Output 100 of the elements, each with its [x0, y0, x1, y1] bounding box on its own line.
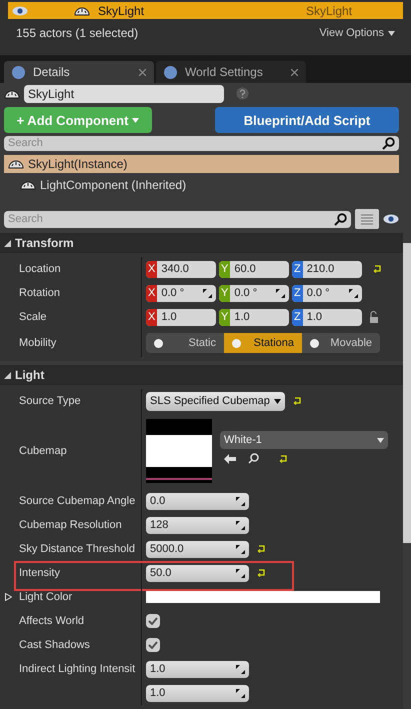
expand-triangle-icon[interactable] — [5, 593, 12, 601]
property-label: Intensity — [19, 566, 60, 581]
source-type-dropdown[interactable]: SLS Specified Cubemap — [146, 392, 285, 410]
vector-field[interactable]: Y 60.0 — [219, 260, 289, 278]
number-field[interactable]: 128 — [146, 516, 249, 534]
asset-dropdown[interactable]: White-1 — [220, 431, 388, 449]
panel-tab[interactable]: Details — [4, 61, 154, 83]
property-label: Scale — [19, 310, 47, 325]
caret-icon — [388, 30, 395, 36]
view-options-button[interactable]: View Options — [319, 24, 395, 42]
reset-arrow-icon[interactable] — [257, 568, 267, 578]
component-item[interactable]: LightComponent (Inherited) — [4, 173, 399, 197]
caret-icon — [274, 398, 281, 404]
collapse-triangle-icon[interactable] — [4, 372, 11, 378]
axis-label: Y — [219, 284, 230, 302]
vector-field[interactable]: Z 210.0 — [292, 260, 362, 278]
value-text: 60.0 — [234, 262, 257, 277]
checkbox[interactable] — [146, 614, 160, 628]
property-label: Source Cubemap Angle — [19, 494, 136, 509]
search-icon[interactable] — [382, 136, 395, 150]
spinner-icon[interactable] — [236, 568, 245, 578]
close-icon[interactable] — [291, 68, 298, 76]
reset-arrow-icon[interactable] — [292, 396, 303, 406]
axis-label: Z — [292, 260, 303, 278]
number-field[interactable]: 5000.0 — [146, 540, 249, 558]
actor-type: SkyLight — [306, 2, 352, 20]
number-field[interactable]: 1.0 — [146, 660, 249, 678]
vector-field[interactable]: Z 0.0 ° — [292, 284, 362, 302]
cubemap-thumbnail — [146, 419, 212, 483]
visibility-eye-icon[interactable] — [12, 6, 28, 16]
checkbox[interactable] — [146, 638, 160, 652]
actor-count: 155 actors (1 selected) — [16, 25, 138, 42]
sky-light-icon — [4, 88, 20, 99]
spinner-icon[interactable] — [349, 288, 358, 298]
spinner-icon[interactable] — [203, 288, 212, 298]
property-label: Location — [19, 262, 61, 277]
value-text: 0.0 ° — [161, 286, 186, 301]
color-swatch[interactable] — [146, 591, 380, 603]
spinner-icon[interactable] — [236, 544, 245, 554]
component-item[interactable]: SkyLight(Instance) — [4, 155, 399, 174]
mobility-option[interactable]: Static — [146, 333, 224, 353]
reset-arrow-icon[interactable] — [373, 264, 383, 274]
search-icon[interactable] — [334, 212, 347, 226]
lock-icon[interactable] — [369, 310, 379, 324]
vector-field[interactable]: Y 0.0 ° — [219, 284, 289, 302]
spinner-icon[interactable] — [276, 288, 285, 298]
check-icon — [148, 617, 158, 625]
number-field[interactable]: 1.0 — [146, 684, 249, 702]
value-text: 0.0 ° — [234, 286, 258, 301]
section-header[interactable]: Light — [0, 365, 403, 385]
vector-field[interactable]: X 0.0 ° — [146, 284, 216, 302]
actor-name-field[interactable]: SkyLight — [24, 84, 224, 103]
section-header[interactable]: Transform — [0, 233, 403, 253]
mobility-icon — [154, 338, 163, 348]
tab-icon — [164, 66, 177, 78]
help-icon[interactable] — [236, 87, 249, 100]
property-label: Mobility — [19, 336, 56, 351]
property-label: Cubemap — [19, 444, 67, 459]
spinner-icon[interactable] — [236, 664, 245, 674]
outliner-row[interactable]: SkyLight SkyLight — [8, 2, 403, 19]
collapse-triangle-icon[interactable] — [4, 240, 11, 246]
axis-label: X — [146, 308, 158, 326]
left-arrow-icon[interactable] — [224, 454, 236, 464]
tab-icon — [12, 66, 25, 78]
spinner-icon[interactable] — [236, 688, 245, 698]
mobility-icon — [310, 338, 319, 348]
caret-icon — [377, 438, 384, 442]
number-field[interactable]: 0.0 — [146, 492, 249, 510]
vector-field[interactable]: Z 1.0 — [292, 308, 362, 326]
axis-label: Y — [219, 308, 230, 326]
property-label: Cast Shadows — [19, 638, 90, 653]
search-icon[interactable] — [248, 453, 259, 464]
vector-field[interactable]: X 1.0 — [146, 308, 216, 326]
reset-arrow-icon[interactable] — [279, 454, 289, 464]
mobility-option[interactable]: Stationa — [224, 333, 302, 353]
property-label: Affects World — [19, 614, 84, 629]
vector-field[interactable]: Y 1.0 — [219, 308, 289, 326]
number-field[interactable]: 50.0 — [146, 564, 249, 582]
axis-label: X — [146, 260, 158, 278]
property-label: Rotation — [19, 286, 60, 301]
axis-label: X — [146, 284, 158, 302]
blueprint-script-button[interactable]: Blueprint/Add Script — [215, 107, 399, 134]
axis-label: Z — [292, 284, 303, 302]
caret-icon — [132, 118, 140, 123]
property-label: Indirect Lighting Intensit — [19, 662, 136, 677]
spinner-icon[interactable] — [236, 520, 245, 530]
value-text: 210.0 — [306, 262, 336, 277]
axis-label: Y — [219, 260, 230, 278]
close-icon[interactable] — [139, 68, 146, 76]
value-text: 0.0 ° — [306, 286, 330, 301]
spinner-icon[interactable] — [236, 496, 245, 506]
property-label: Source Type — [19, 394, 81, 409]
value-text: 340.0 — [161, 262, 190, 277]
light-component-icon — [20, 180, 36, 190]
mobility-option[interactable]: Movable — [302, 333, 380, 353]
panel-tab[interactable]: World Settings — [156, 61, 306, 83]
vector-field[interactable]: X 340.0 — [146, 260, 216, 278]
scrollbar[interactable] — [403, 243, 411, 543]
reset-arrow-icon[interactable] — [257, 544, 267, 554]
visibility-eye-icon[interactable] — [383, 214, 399, 224]
